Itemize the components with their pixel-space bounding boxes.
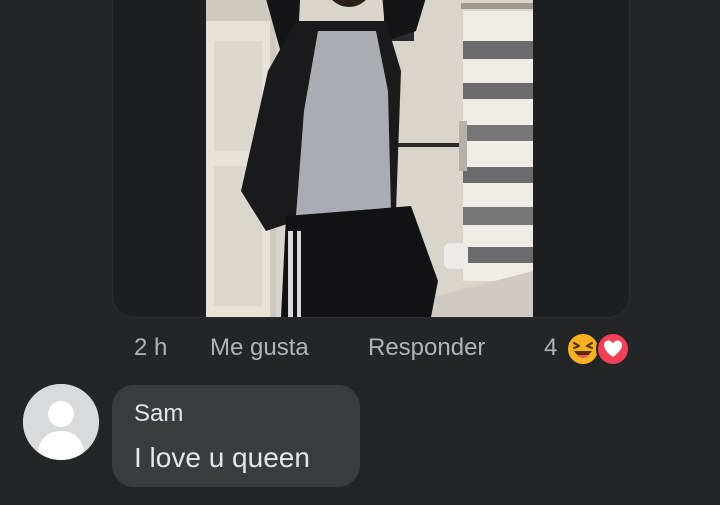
photo-illustration	[206, 0, 533, 317]
like-button[interactable]: Me gusta	[210, 330, 309, 366]
comment-text: I love u queen	[134, 442, 310, 473]
comment-timestamp: 2 h	[134, 334, 168, 361]
media-attachment-card[interactable]	[112, 0, 630, 318]
comment-bubble[interactable]: Sam I love u queen	[112, 385, 360, 487]
comment-thread: 2 h Me gusta Responder 4 Sam I love u qu…	[0, 0, 720, 505]
default-user-icon	[23, 384, 99, 460]
reactions-summary[interactable]	[564, 330, 634, 366]
love-reaction-icon	[596, 332, 630, 366]
reply-button[interactable]: Responder	[368, 330, 485, 366]
attached-photo[interactable]	[206, 0, 533, 317]
avatar[interactable]	[23, 384, 99, 460]
comment-author[interactable]: Sam	[134, 399, 183, 429]
reaction-count[interactable]: 4	[544, 330, 557, 366]
laughing-reaction-icon	[566, 332, 600, 366]
